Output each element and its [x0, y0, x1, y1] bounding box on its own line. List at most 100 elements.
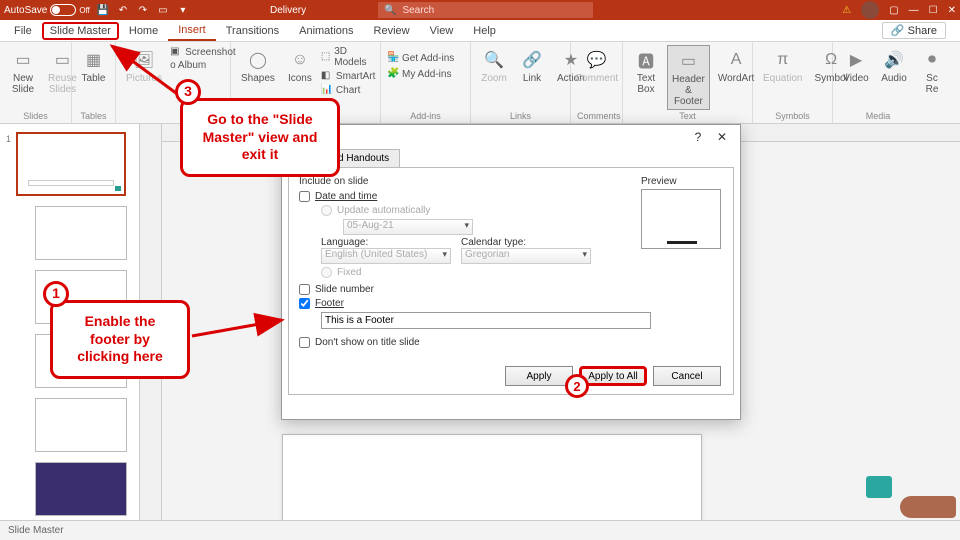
group-text: Text	[629, 111, 746, 123]
textbox-icon: 🅰	[633, 47, 659, 73]
annotation-badge-3: 3	[175, 79, 201, 105]
audio-icon: 🔊	[881, 47, 907, 73]
dont-show-checkbox[interactable]	[299, 337, 310, 348]
avatar[interactable]	[861, 1, 879, 19]
layout-thumbnail[interactable]	[35, 398, 127, 452]
wordart-icon: A	[723, 47, 749, 73]
calendar-label: Calendar type:	[461, 237, 591, 248]
apply-button[interactable]: Apply	[505, 366, 573, 386]
search-icon: 🔍	[384, 5, 396, 16]
branding-logo	[900, 496, 956, 518]
new-slide-button[interactable]: ▭New Slide	[6, 45, 40, 97]
group-media: Media	[839, 111, 917, 123]
search-placeholder: Search	[402, 5, 434, 16]
table-button[interactable]: ▦Table	[78, 45, 109, 86]
tab-file[interactable]: File	[4, 22, 42, 40]
annotation-badge-2: 2	[565, 374, 589, 398]
close-icon[interactable]: ✕	[948, 5, 956, 16]
master-thumbnail[interactable]: 1	[16, 132, 126, 196]
group-comments: Comments	[577, 111, 616, 123]
my-addins-button[interactable]: 🧩My Add-ins	[387, 67, 464, 81]
shapes-icon: ◯	[245, 47, 271, 73]
screen-rec-icon: ⏺	[919, 47, 945, 73]
document-title: Delivery	[270, 5, 306, 16]
footer-checkbox[interactable]	[299, 298, 310, 309]
new-slide-icon: ▭	[10, 47, 36, 73]
zoom-button: 🔍Zoom	[477, 45, 511, 86]
maximize-icon[interactable]: ☐	[929, 5, 938, 16]
update-auto-label: Update automatically	[337, 205, 430, 216]
group-links: Links	[477, 111, 564, 123]
start-slideshow-icon[interactable]: ▭	[156, 3, 170, 17]
status-bar: Slide Master	[0, 520, 960, 540]
pictures-button: 🖼Pictures	[122, 45, 166, 86]
undo-icon[interactable]: ↶	[116, 3, 130, 17]
shapes-button[interactable]: ◯Shapes	[237, 45, 279, 86]
calendar-dropdown: Gregorian	[461, 248, 591, 264]
autosave-state: Off	[79, 6, 90, 15]
screenshot-icon: ▣	[170, 46, 182, 58]
dont-show-label: Don't show on title slide	[315, 337, 420, 348]
slide-number-label: Slide number	[315, 284, 374, 295]
get-addins-button[interactable]: 🏪Get Add-ins	[387, 51, 464, 65]
apply-to-all-button[interactable]: Apply to All	[579, 366, 647, 386]
search-box[interactable]: 🔍 Search	[378, 2, 593, 18]
text-box-button[interactable]: 🅰Text Box	[629, 45, 663, 97]
cube-icon: ⬚	[321, 51, 331, 63]
tab-insert[interactable]: Insert	[168, 21, 216, 41]
language-dropdown: English (United States)	[321, 248, 451, 264]
tab-transitions[interactable]: Transitions	[216, 22, 289, 40]
header-footer-button[interactable]: ▭Header & Footer	[667, 45, 710, 110]
icons-button[interactable]: ☺Icons	[283, 45, 317, 86]
tab-home[interactable]: Home	[119, 22, 168, 40]
zoom-icon: 🔍	[481, 47, 507, 73]
fixed-radio	[321, 267, 332, 278]
dialog-close-icon[interactable]: ✕	[710, 130, 734, 144]
assist-chip[interactable]	[866, 476, 892, 498]
wordart-button[interactable]: AWordArt	[714, 45, 759, 86]
video-icon: ▶	[843, 47, 869, 73]
link-button[interactable]: 🔗Link	[515, 45, 549, 86]
screenshot-button[interactable]: ▣Screenshot	[170, 45, 236, 59]
tab-slide-master[interactable]: Slide Master	[42, 22, 119, 40]
chart-icon: 📊	[321, 84, 333, 96]
date-time-checkbox[interactable]	[299, 191, 310, 202]
layout-thumbnail[interactable]	[35, 206, 127, 260]
audio-button[interactable]: 🔊Audio	[877, 45, 911, 86]
toggle-off-icon	[50, 4, 76, 16]
autosave-toggle[interactable]: AutoSave Off	[4, 4, 90, 16]
layout-thumbnail[interactable]	[35, 462, 127, 516]
cancel-button[interactable]: Cancel	[653, 366, 721, 386]
tab-animations[interactable]: Animations	[289, 22, 363, 40]
footer-label-text: Footer	[315, 298, 344, 309]
warning-icon[interactable]: ⚠	[842, 5, 851, 16]
ribbon-display-icon[interactable]: ▢	[889, 5, 898, 16]
models-button[interactable]: ⬚3D Models	[321, 45, 375, 69]
qat-dropdown-icon[interactable]: ▾	[176, 3, 190, 17]
footer-text-input[interactable]	[321, 312, 651, 329]
redo-icon[interactable]: ↷	[136, 3, 150, 17]
dialog-help-icon[interactable]: ?	[686, 130, 710, 144]
group-symbols: Symbols	[759, 111, 826, 123]
annotation-3: 3 Go to the "Slide Master" view and exit…	[180, 98, 340, 177]
save-icon[interactable]: 💾	[96, 3, 110, 17]
ribbon-tabs: File Slide Master Home Insert Transition…	[0, 20, 960, 42]
group-addins: Add-ins	[387, 111, 464, 123]
header-footer-dialog: nd Footer ? ✕ Slide Notes and Handouts I…	[281, 124, 741, 420]
slide-number-checkbox[interactable]	[299, 284, 310, 295]
tab-view[interactable]: View	[420, 22, 464, 40]
tab-review[interactable]: Review	[364, 22, 420, 40]
screen-rec-button[interactable]: ⏺Sc Re	[915, 45, 949, 97]
annotation-1: 1 Enable the footer by clicking here	[50, 300, 190, 379]
language-label: Language:	[321, 237, 451, 248]
chart-button[interactable]: 📊Chart	[321, 83, 375, 97]
video-button[interactable]: ▶Video	[839, 45, 873, 86]
share-button[interactable]: 🔗 Share	[882, 22, 946, 39]
tab-help[interactable]: Help	[463, 22, 506, 40]
minimize-icon[interactable]: —	[909, 5, 919, 16]
smartart-button[interactable]: ◧SmartArt	[321, 69, 375, 83]
equation-button: πEquation	[759, 45, 806, 86]
thumb-number: 1	[6, 134, 11, 144]
update-auto-radio	[321, 205, 332, 216]
status-mode: Slide Master	[8, 525, 64, 536]
